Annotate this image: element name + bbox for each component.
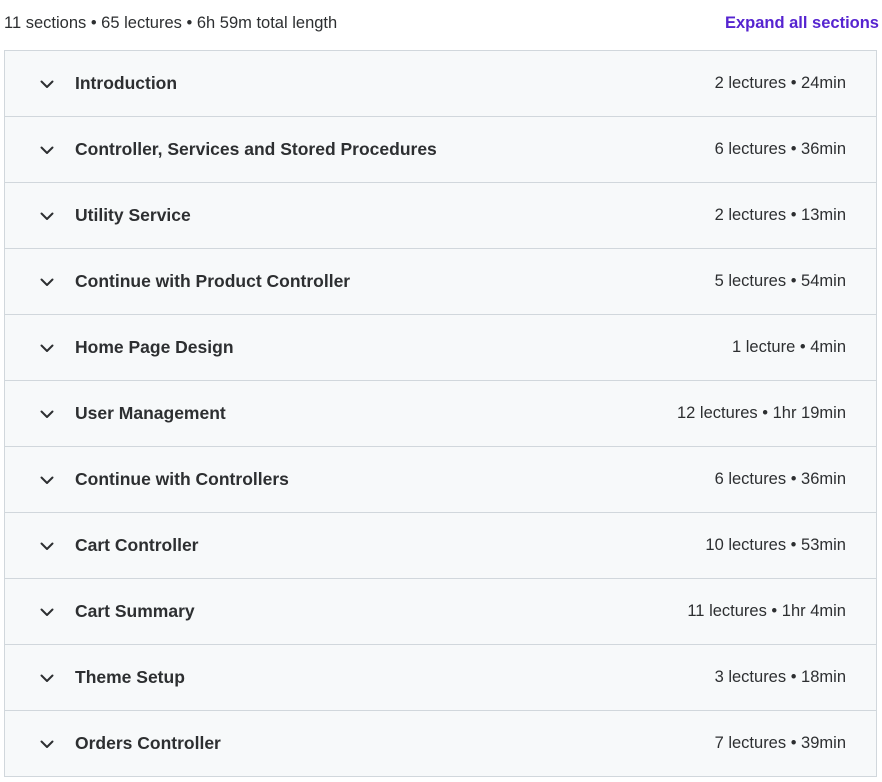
section-title: Home Page Design [75, 337, 234, 357]
chevron-down-icon [40, 674, 54, 682]
chevron-down-icon [40, 542, 54, 550]
section-meta: 10 lectures • 53min [705, 536, 846, 554]
section-meta: 5 lectures • 54min [714, 272, 846, 290]
section-row-continue-with-product-controller[interactable]: Continue with Product Controller 5 lectu… [5, 249, 876, 315]
section-meta: 6 lectures • 36min [714, 470, 846, 488]
chevron-down-icon [40, 410, 54, 418]
chevron-down-icon [40, 476, 54, 484]
section-title: Cart Summary [75, 601, 195, 621]
section-title: Theme Setup [75, 667, 185, 687]
chevron-down-icon [40, 740, 54, 748]
chevron-down-icon [40, 80, 54, 88]
section-title: Cart Controller [75, 535, 199, 555]
section-meta: 7 lectures • 39min [714, 734, 846, 752]
section-row-controller-services-stored-procedures[interactable]: Controller, Services and Stored Procedur… [5, 117, 876, 183]
expand-all-sections-button[interactable]: Expand all sections [725, 14, 879, 33]
section-meta: 3 lectures • 18min [714, 668, 846, 686]
section-title: Continue with Product Controller [75, 271, 351, 291]
section-title: Utility Service [75, 205, 191, 225]
chevron-down-icon [40, 344, 54, 352]
chevron-down-icon [40, 146, 54, 154]
section-row-utility-service[interactable]: Utility Service 2 lectures • 13min [5, 183, 876, 249]
chevron-down-icon [40, 212, 54, 220]
section-meta: 2 lectures • 24min [714, 74, 846, 92]
section-title: Orders Controller [75, 733, 221, 753]
section-row-introduction[interactable]: Introduction 2 lectures • 24min [5, 51, 876, 117]
curriculum-summary-bar: 11 sections • 65 lectures • 6h 59m total… [0, 0, 882, 50]
chevron-down-icon [40, 608, 54, 616]
section-meta: 12 lectures • 1hr 19min [676, 404, 846, 422]
curriculum-summary-text: 11 sections • 65 lectures • 6h 59m total… [4, 14, 338, 32]
section-title: Continue with Controllers [75, 469, 289, 489]
section-row-user-management[interactable]: User Management 12 lectures • 1hr 19min [5, 381, 876, 447]
section-title: User Management [75, 403, 226, 423]
section-title: Introduction [75, 73, 178, 93]
section-meta: 1 lecture • 4min [732, 338, 846, 356]
section-row-continue-with-controllers[interactable]: Continue with Controllers 6 lectures • 3… [5, 447, 876, 513]
section-meta: 11 lectures • 1hr 4min [687, 602, 846, 620]
section-row-theme-setup[interactable]: Theme Setup 3 lectures • 18min [5, 645, 876, 711]
sections-list: Introduction 2 lectures • 24min Controll… [4, 50, 877, 777]
section-row-cart-controller[interactable]: Cart Controller 10 lectures • 53min [5, 513, 876, 579]
section-title: Controller, Services and Stored Procedur… [75, 139, 437, 159]
section-row-home-page-design[interactable]: Home Page Design 1 lecture • 4min [5, 315, 876, 381]
chevron-down-icon [40, 278, 54, 286]
section-meta: 2 lectures • 13min [714, 206, 846, 224]
section-row-cart-summary[interactable]: Cart Summary 11 lectures • 1hr 4min [5, 579, 876, 645]
section-meta: 6 lectures • 36min [714, 140, 846, 158]
section-row-orders-controller[interactable]: Orders Controller 7 lectures • 39min [5, 711, 876, 777]
